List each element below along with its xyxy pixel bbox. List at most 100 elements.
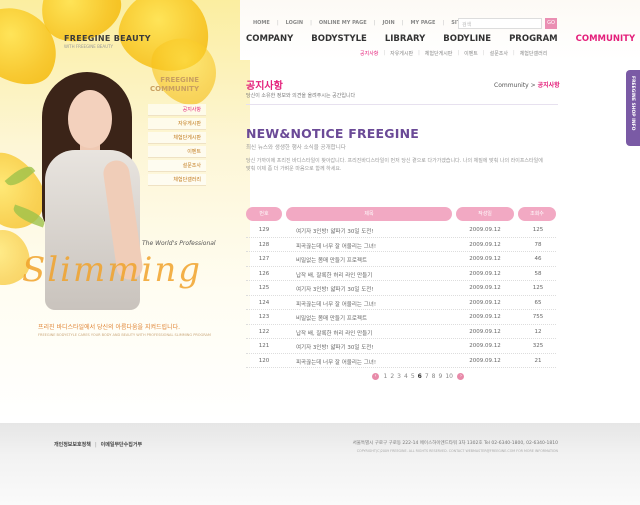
row-views: 325 [532, 343, 544, 349]
row-views: 46 [534, 256, 542, 262]
left-menu-survey[interactable]: 설문조사 [148, 160, 206, 172]
page-title: 공지사항 [246, 81, 283, 92]
subnav-free-board[interactable]: 자유게시판 [385, 50, 418, 57]
row-date: 2009.09.12 [469, 314, 501, 320]
pager-prev-button[interactable]: ‹ [372, 373, 379, 380]
left-menu-gallery[interactable]: 체험단갤러리 [148, 174, 206, 186]
pagination: ‹ 1 2 3 4 5 6 7 8 9 10 › [369, 373, 467, 380]
subnav-event[interactable]: 이벤트 [459, 50, 483, 57]
pager-page-9[interactable]: 9 [438, 373, 442, 380]
left-menu-free-board[interactable]: 자유게시판 [148, 118, 206, 130]
pager-page-10[interactable]: 10 [445, 373, 453, 380]
brand-logo[interactable]: FREEGINE BEAUTY [64, 34, 151, 43]
row-title-link[interactable]: 피곡끊는데 너무 잘 어울리는 그녀! [296, 358, 376, 366]
nav-bodystyle[interactable]: BODYSTYLE [311, 34, 367, 44]
row-title-link[interactable]: 피곡끊는데 너무 잘 어울리는 그녀! [296, 242, 376, 250]
table-row[interactable]: 122 납작 배, 잘록한 허리 라인 만들기 2009.09.12 12 [246, 325, 556, 339]
table-row[interactable]: 129 여기자 3인방! 얇파기 30일 도전! 2009.09.12 125 [246, 223, 556, 238]
footer [0, 423, 640, 505]
slimming-caption: 프리진 바디스타일에서 당신의 아름다움을 지켜드립니다. [38, 324, 181, 331]
community-title-line2: COMMUNITY [150, 85, 200, 93]
table-row[interactable]: 123 비밀없는 몸매 만들기 프로젝트 2009.09.12 755 [246, 310, 556, 325]
row-title-link[interactable]: 여기자 3인방! 얇파기 30일 도전! [296, 285, 374, 293]
util-mypage-link[interactable]: MY PAGE [403, 20, 442, 26]
subnav-experience-board[interactable]: 체험단게시판 [420, 50, 458, 57]
util-join-link[interactable]: JOIN [376, 20, 402, 26]
pager-page-6[interactable]: 6 [418, 373, 422, 380]
community-title-line1: FREEGINE [160, 76, 200, 84]
nav-community[interactable]: COMMUNITY [576, 34, 636, 44]
row-views: 21 [534, 357, 542, 364]
header-views: 조회수 [518, 207, 556, 221]
row-title-link[interactable]: 비밀없는 몸매 만들기 프로젝트 [296, 314, 367, 322]
pager-page-3[interactable]: 3 [397, 373, 401, 380]
community-title: FREEGINE COMMUNITY [150, 76, 199, 94]
table-row[interactable]: 126 납작 배, 잘록한 허리 라인 만들기 2009.09.12 58 [246, 267, 556, 281]
sub-nav: 공지사항 | 자유게시판 | 체험단게시판 | 이벤트 | 설문조사 | 체험단갤러리 [355, 50, 552, 57]
util-home-link[interactable]: HOME [246, 20, 277, 26]
breadcrumb-parent[interactable]: Community [494, 82, 529, 89]
left-menu-experience-board[interactable]: 체험단게시판 [148, 132, 206, 144]
nav-bodyline[interactable]: BODYLINE [443, 34, 491, 44]
pager-page-8[interactable]: 8 [432, 373, 436, 380]
nav-library[interactable]: LIBRARY [385, 34, 425, 44]
footer-privacy-link[interactable]: 개인정보보호정책 [54, 442, 91, 448]
pager-page-2[interactable]: 2 [390, 373, 394, 380]
footer-separator: | [94, 442, 97, 448]
search-input[interactable]: 검색 [458, 18, 542, 29]
footer-copyright: COPYRIGHT(C)2009 FREEGINE. ALL RIGHTS RE… [356, 449, 558, 453]
row-date: 2009.09.12 [469, 343, 501, 349]
nav-program[interactable]: PROGRAM [509, 34, 558, 44]
breadcrumb: Community > 공지사항 [494, 80, 560, 89]
row-views: 78 [534, 241, 542, 248]
subnav-notice[interactable]: 공지사항 [355, 50, 383, 57]
row-title-link[interactable]: 납작 배, 잘록한 허리 라인 만들기 [296, 329, 372, 337]
brand-tagline: WITH FREEGINE BEAUTY [64, 44, 113, 49]
pager-pages: 1 2 3 4 5 6 7 8 9 10 [382, 373, 454, 380]
row-date: 2009.09.12 [469, 270, 501, 277]
table-row[interactable]: 125 여기자 3인방! 얇파기 30일 도전! 2009.09.12 125 [246, 281, 556, 296]
row-title-link[interactable]: 비밀없는 몸매 만들기 프로젝트 [296, 256, 367, 264]
row-title-link[interactable]: 여기자 3인방! 얇파기 30일 도전! [296, 227, 374, 235]
row-number: 123 [258, 314, 270, 320]
pager-page-1[interactable]: 1 [384, 373, 388, 380]
table-row[interactable]: 120 피곡끊는데 너무 잘 어울리는 그녀! 2009.09.12 21 [246, 354, 556, 368]
table-row[interactable]: 124 피곡끊는데 너무 잘 어울리는 그녀! 2009.09.12 65 [246, 296, 556, 310]
row-title-link[interactable]: 피곡끊는데 너무 잘 어울리는 그녀! [296, 300, 376, 308]
row-date: 2009.09.12 [469, 241, 501, 248]
row-title-link[interactable]: 여기자 3인방! 얇파기 30일 도전! [296, 343, 374, 351]
row-title-link[interactable]: 납작 배, 잘록한 허리 라인 만들기 [296, 271, 372, 279]
row-number: 120 [258, 357, 270, 364]
table-row[interactable]: 127 비밀없는 몸매 만들기 프로젝트 2009.09.12 46 [246, 252, 556, 267]
notice-description: 당신 가까이에 프리진 바디스타일이 찾아갑니다. 프리진바디스타일이 먼저 당… [246, 158, 543, 172]
subnav-survey[interactable]: 설문조사 [485, 50, 513, 57]
header-title: 제목 [286, 207, 452, 221]
shop-info-tab[interactable]: FREEGINE SHOP INFO [626, 70, 640, 146]
pager-next-button[interactable]: › [457, 373, 465, 380]
slimming-script-title: Slimming [22, 250, 203, 290]
row-date: 2009.09.12 [469, 227, 501, 233]
row-number: 129 [258, 227, 270, 233]
footer-email-policy-link[interactable]: 이메일무단수집거부 [101, 442, 142, 448]
utility-nav: HOME | LOGIN | ONLINE MY PAGE | JOIN | MY PA… [246, 20, 483, 26]
search-button[interactable]: GO [545, 18, 557, 29]
row-number: 126 [258, 270, 270, 277]
nav-company[interactable]: COMPANY [246, 34, 293, 44]
subnav-gallery[interactable]: 체험단갤러리 [515, 50, 553, 57]
row-views: 58 [534, 270, 542, 277]
pager-page-4[interactable]: 4 [404, 373, 408, 380]
util-login-link[interactable]: LOGIN [279, 20, 310, 26]
pager-page-5[interactable]: 5 [411, 373, 415, 380]
row-number: 127 [258, 256, 270, 262]
left-menu-notice[interactable]: 공지사항 [148, 104, 206, 116]
util-online-mypage-link[interactable]: ONLINE MY PAGE [312, 20, 374, 26]
row-date: 2009.09.12 [469, 328, 501, 335]
left-menu-event[interactable]: 이벤트 [148, 146, 206, 158]
row-number: 128 [258, 241, 270, 248]
pager-page-7[interactable]: 7 [425, 373, 429, 380]
table-row[interactable]: 121 여기자 3인방! 얇파기 30일 도전! 2009.09.12 325 [246, 339, 556, 354]
table-row[interactable]: 128 피곡끊는데 너무 잘 어울리는 그녀! 2009.09.12 78 [246, 238, 556, 252]
table-header: 번호 제목 작성일 조회수 [246, 207, 556, 221]
row-date: 2009.09.12 [469, 256, 501, 262]
row-views: 755 [532, 314, 544, 320]
